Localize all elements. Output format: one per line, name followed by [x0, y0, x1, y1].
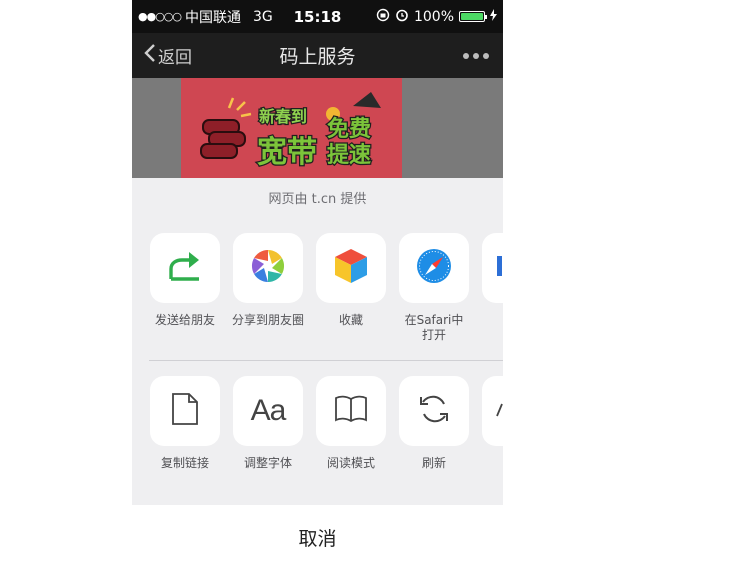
share-tile: [482, 233, 503, 303]
item-label: 调整字体: [243, 456, 292, 470]
item-label: 刷新: [421, 456, 446, 470]
refresh-icon: [417, 392, 451, 430]
alarm-icon: [395, 8, 409, 26]
share-actions-row: 发送给朋友 分享到朋友圈 收藏 在Safari中 打开: [132, 233, 503, 353]
share-sheet: 网页由 t.cn 提供 发送给朋友 分享到朋友圈 收藏 在Safari中 打开 …: [132, 178, 503, 570]
battery-fill: [461, 13, 483, 20]
tool-tile: Aa: [233, 376, 303, 446]
favorite-cube-icon: [333, 247, 369, 289]
item-label: 分享到朋友圈: [231, 313, 304, 327]
more-dot-icon: [463, 52, 469, 59]
item-label: 收藏: [338, 313, 363, 327]
moments-aperture-icon: [250, 248, 286, 288]
status-bar: ●●○○○ 中国联通 3G 15:18 100%: [132, 0, 503, 33]
cancel-button[interactable]: 取消: [132, 505, 503, 570]
promo-banner[interactable]: 新春到 宽带 免费 提速: [181, 78, 402, 178]
tool-actions-row: 复制链接 Aa 调整字体 阅读模式 刷新: [132, 376, 503, 496]
copy-link-button[interactable]: 复制链接: [143, 376, 227, 471]
share-tile: [399, 233, 469, 303]
share-tile: [233, 233, 303, 303]
rotation-lock-icon: [376, 8, 390, 26]
item-label: 阅读模式: [326, 456, 375, 470]
book-icon: [334, 395, 368, 427]
share-arrow-icon: [168, 251, 202, 285]
svg-text:免费: 免费: [327, 116, 371, 142]
send-to-friend-button[interactable]: 发送给朋友: [143, 233, 227, 328]
battery-percent: 100%: [413, 8, 454, 25]
adjust-font-button[interactable]: Aa 调整字体: [226, 376, 310, 471]
svg-text:新春到: 新春到: [259, 107, 307, 126]
network-type: 3G: [253, 8, 273, 25]
partial-tool-icon: [496, 402, 503, 421]
document-icon: [171, 392, 199, 430]
reading-mode-button[interactable]: 阅读模式: [309, 376, 393, 471]
item-label: 发送给朋友: [154, 313, 215, 327]
back-label: 返回: [158, 48, 192, 68]
battery-icon: [459, 11, 487, 22]
share-tile: [316, 233, 386, 303]
web-content: 新春到 宽带 免费 提速: [132, 78, 503, 178]
safari-compass-icon: [415, 247, 453, 289]
share-to-moments-button[interactable]: 分享到朋友圈: [226, 233, 310, 328]
more-dot-icon: [473, 52, 479, 59]
font-aa-icon: Aa: [250, 394, 287, 427]
favorite-button[interactable]: 收藏: [309, 233, 393, 328]
refresh-button[interactable]: 刷新: [392, 376, 476, 471]
tool-tile: [399, 376, 469, 446]
tool-tile: [150, 376, 220, 446]
more-options-button[interactable]: [463, 52, 489, 59]
row-divider: [149, 360, 503, 361]
partial-app-icon: [497, 256, 503, 280]
provider-text: 网页由 t.cn 提供: [268, 192, 367, 207]
promo-banner-graphic: 新春到 宽带 免费 提速: [181, 78, 402, 178]
signal-strength-icon: ●●○○○: [138, 10, 182, 23]
more-share-button[interactable]: [475, 233, 503, 303]
more-dot-icon: [483, 52, 489, 59]
item-label: 在Safari中 打开: [404, 313, 464, 342]
phone-screen: ●●○○○ 中国联通 3G 15:18 100% 返回 码上服务 新春到 宽带 …: [132, 0, 503, 570]
item-label: 复制链接: [160, 456, 209, 470]
back-button[interactable]: 返回: [132, 43, 192, 68]
svg-text:宽带: 宽带: [257, 135, 317, 170]
tool-tile: [316, 376, 386, 446]
more-tools-button[interactable]: [475, 376, 503, 446]
svg-text:提速: 提速: [327, 142, 371, 168]
carrier-name: 中国联通: [185, 9, 241, 26]
charging-icon: [490, 8, 497, 25]
share-tile: [150, 233, 220, 303]
navigation-bar: 返回 码上服务: [132, 33, 503, 78]
tool-tile: [482, 376, 503, 446]
chevron-left-icon: [144, 43, 156, 68]
open-in-safari-button[interactable]: 在Safari中 打开: [392, 233, 476, 343]
